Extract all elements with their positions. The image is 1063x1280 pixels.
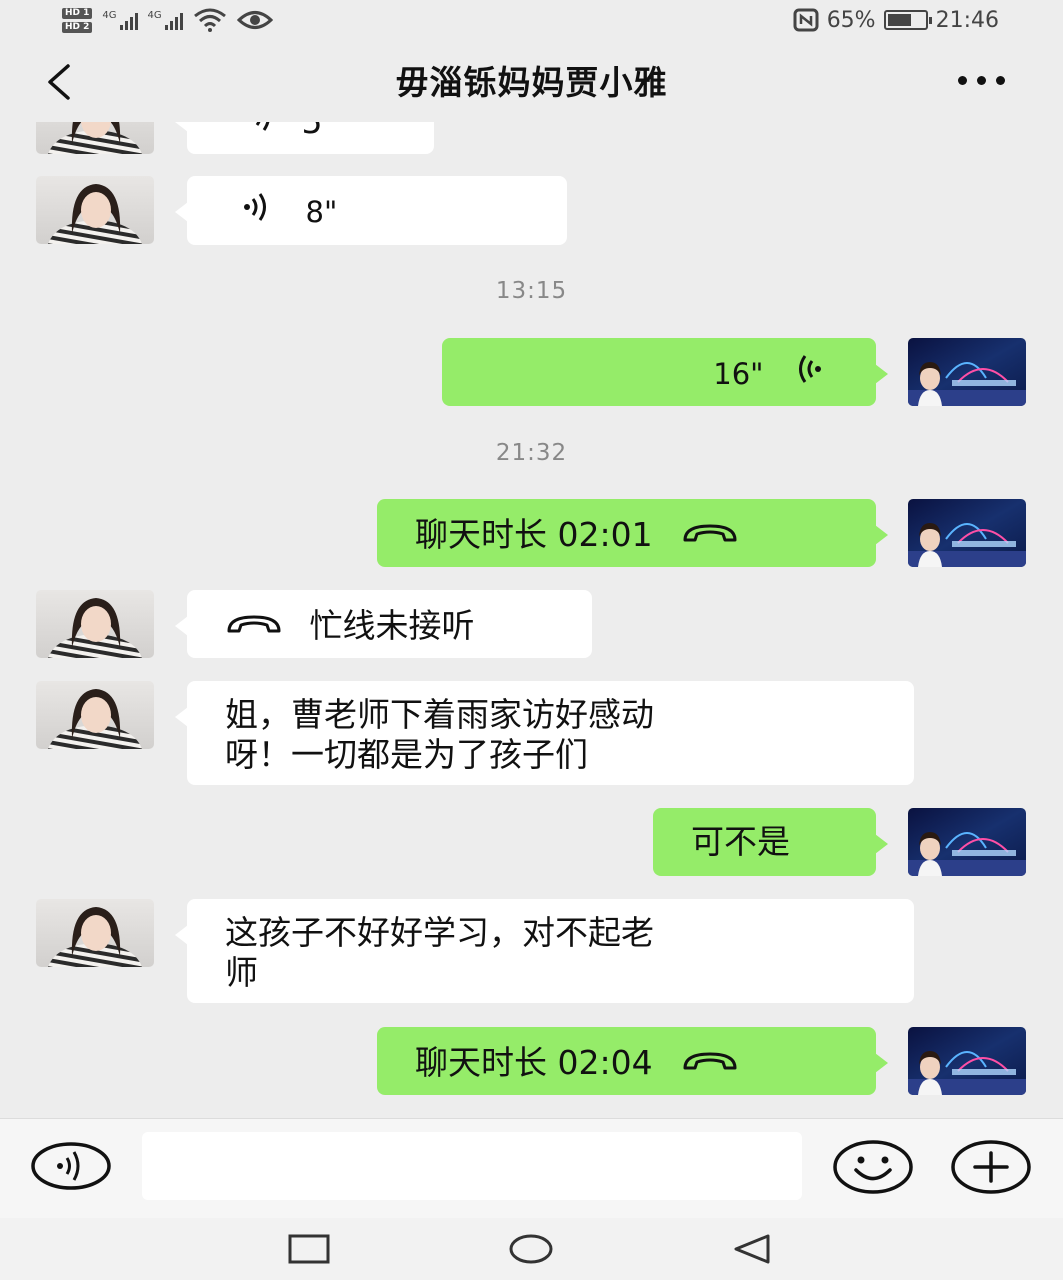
timestamp: 21:32	[495, 440, 568, 466]
call-duration-text: 聊天时长 02:01	[415, 514, 653, 554]
voice-input-icon[interactable]	[30, 1141, 112, 1191]
battery-icon	[883, 10, 932, 30]
voice-bubble[interactable]: 8"	[175, 176, 567, 245]
sim-badges: HD 1 HD 2	[62, 7, 93, 33]
call-status-text: 忙线未接听	[309, 605, 475, 645]
voice-duration: 16"	[713, 356, 764, 391]
signal-icon-2: 4G	[148, 10, 183, 30]
avatar-self[interactable]	[908, 499, 1026, 567]
page-title: 毋淄铄妈妈贾小雅	[395, 63, 668, 102]
phone-hangup-icon	[225, 606, 283, 646]
avatar[interactable]	[36, 122, 154, 154]
message-text-line: 师	[225, 953, 258, 992]
square-icon[interactable]	[286, 1232, 332, 1266]
call-bubble-incoming[interactable]: 忙线未接听	[175, 590, 592, 658]
nav-bar	[0, 1218, 1063, 1280]
sim2-badge: HD 2	[62, 21, 93, 33]
status-right: 65% 21:46	[793, 6, 999, 34]
battery-percent: 65%	[826, 7, 876, 33]
avatar[interactable]	[36, 681, 154, 749]
voice-wave-out-icon	[792, 353, 824, 394]
phone-hangup-icon	[681, 1043, 739, 1083]
voice-duration: 8"	[305, 194, 338, 229]
message-text-line: 姐，曹老师下着雨家访好感动	[225, 695, 654, 734]
call-duration-text: 聊天时长 02:04	[415, 1042, 653, 1082]
message-input[interactable]	[142, 1132, 802, 1200]
signal-icon: 4G	[102, 10, 138, 30]
avatar-self[interactable]	[908, 338, 1026, 406]
text-bubble-outgoing[interactable]: 可不是	[653, 808, 888, 876]
timestamp: 13:15	[495, 278, 568, 304]
avatar-self[interactable]	[908, 808, 1026, 876]
message-text: 可不是	[691, 822, 790, 861]
voice-wave-icon	[245, 122, 277, 142]
chat-header: 毋淄铄妈妈贾小雅	[0, 40, 1063, 122]
status-time: 21:46	[935, 7, 999, 33]
plus-circle-icon[interactable]	[950, 1139, 1032, 1195]
message-text-line: 这孩子不好好学习，对不起老	[225, 913, 654, 952]
status-left: HD 1 HD 2 4G 4G	[62, 4, 273, 36]
eye-icon	[236, 11, 273, 29]
chat-list[interactable]: 5" 8" 13:15	[0, 122, 1063, 1118]
message-text-line: 呀！一切都是为了孩子们	[225, 735, 588, 774]
avatar-self[interactable]	[908, 1027, 1026, 1095]
input-bar	[0, 1118, 1063, 1218]
voice-duration: 5"	[302, 122, 338, 142]
more-dots-icon[interactable]	[958, 76, 1005, 85]
avatar[interactable]	[36, 176, 154, 244]
triangle-back-icon[interactable]	[730, 1232, 776, 1266]
call-bubble-outgoing[interactable]: 聊天时长 02:01	[377, 499, 888, 567]
voice-bubble-outgoing[interactable]: 16"	[442, 338, 888, 406]
voice-bubble[interactable]: 5"	[175, 122, 434, 154]
text-bubble-incoming[interactable]: 姐，曹老师下着雨家访好感动 呀！一切都是为了孩子们	[175, 681, 914, 785]
nfc-icon	[793, 8, 819, 32]
status-bar: HD 1 HD 2 4G 4G 65% 21:46	[0, 0, 1063, 40]
avatar[interactable]	[36, 590, 154, 658]
emoji-icon[interactable]	[832, 1139, 914, 1195]
call-bubble-outgoing[interactable]: 聊天时长 02:04	[377, 1027, 888, 1095]
text-bubble-incoming[interactable]: 这孩子不好好学习，对不起老 师	[175, 899, 914, 1003]
avatar[interactable]	[36, 899, 154, 967]
circle-icon[interactable]	[508, 1232, 554, 1266]
voice-wave-icon	[241, 191, 273, 232]
sim1-badge: HD 1	[62, 7, 93, 19]
wifi-icon	[193, 8, 226, 32]
phone-hangup-icon	[681, 515, 739, 555]
battery-fill	[887, 14, 911, 26]
